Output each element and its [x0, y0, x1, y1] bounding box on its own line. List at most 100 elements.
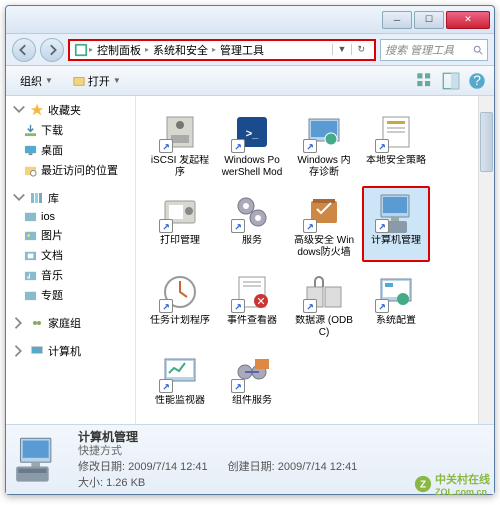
forward-button[interactable] — [40, 38, 64, 62]
sidebar-item-documents[interactable]: 文档 — [6, 245, 135, 265]
file-icon[interactable]: 任务计划程序 — [146, 266, 214, 342]
app-icon — [375, 191, 417, 233]
file-label: 组件服务 — [232, 395, 272, 407]
sidebar-libraries[interactable]: 库 — [6, 188, 135, 208]
folder-icon — [24, 289, 37, 302]
shortcut-badge — [231, 379, 245, 393]
scrollbar[interactable] — [478, 96, 494, 424]
details-created: 创建日期: 2009/7/14 12:41 — [228, 460, 358, 474]
sidebar-item-ios[interactable]: ios — [6, 208, 135, 225]
file-label: 打印管理 — [160, 235, 200, 247]
chevron-down-icon — [12, 103, 26, 117]
file-label: 计算机管理 — [371, 235, 421, 247]
sidebar-item-music[interactable]: 音乐 — [6, 265, 135, 285]
file-icon[interactable]: ✕事件查看器 — [218, 266, 286, 342]
shortcut-badge — [303, 139, 317, 153]
file-icon[interactable]: 系统配置 — [362, 266, 430, 342]
close-button[interactable]: ✕ — [446, 11, 490, 29]
file-icon[interactable]: 本地安全策略 — [362, 106, 430, 182]
control-panel-icon — [74, 43, 88, 57]
file-label: 系统配置 — [376, 315, 416, 327]
sidebar-label: 收藏夹 — [48, 102, 81, 118]
view-button[interactable] — [416, 72, 434, 90]
details-modified: 修改日期: 2009/7/14 12:41 — [78, 460, 208, 474]
zol-logo-icon: Z — [414, 475, 432, 493]
file-icon[interactable]: 高级安全 Windows防火墙 — [290, 186, 358, 262]
maximize-button[interactable]: ☐ — [414, 11, 444, 29]
search-input[interactable]: 搜索 管理工具 — [380, 39, 488, 61]
sidebar-item-desktop[interactable]: 桌面 — [6, 140, 135, 160]
search-placeholder: 搜索 管理工具 — [385, 42, 454, 58]
sidebar-item-topics[interactable]: 专题 — [6, 285, 135, 305]
file-icon[interactable]: 打印管理 — [146, 186, 214, 262]
chevron-right-icon — [12, 316, 26, 330]
breadcrumb-item[interactable]: 管理工具 — [217, 42, 267, 58]
app-icon — [303, 271, 345, 313]
back-button[interactable] — [12, 38, 36, 62]
shortcut-badge — [159, 139, 173, 153]
computer-icon — [30, 344, 44, 358]
chevron-down-icon — [12, 191, 26, 205]
sidebar-item-recent[interactable]: 最近访问的位置 — [6, 160, 135, 180]
folder-icon — [24, 210, 37, 223]
file-icon[interactable]: iSCSI 发起程序 — [146, 106, 214, 182]
organize-button[interactable]: 组织▼ — [14, 70, 59, 92]
shortcut-badge — [231, 299, 245, 313]
app-icon — [375, 271, 417, 313]
toolbar: 组织▼ 打开▼ ? — [6, 66, 494, 96]
sidebar-favorites[interactable]: 收藏夹 — [6, 100, 135, 120]
app-icon — [159, 191, 201, 233]
details-thumbnail — [12, 432, 68, 488]
shortcut-badge — [231, 139, 245, 153]
file-label: Windows 内存诊断 — [293, 155, 355, 177]
file-label: 任务计划程序 — [150, 315, 210, 327]
sidebar-item-pictures[interactable]: 图片 — [6, 225, 135, 245]
details-type: 快捷方式 — [78, 444, 488, 458]
sidebar-computer[interactable]: 计算机 — [6, 341, 135, 361]
svg-text:?: ? — [473, 72, 481, 88]
file-icon[interactable]: 计算机管理 — [362, 186, 430, 262]
file-label: 性能监视器 — [155, 395, 205, 407]
svg-text:>_: >_ — [246, 128, 259, 140]
pictures-icon — [24, 229, 37, 242]
breadcrumb-item[interactable]: 系统和安全 — [150, 42, 211, 58]
breadcrumb-bar[interactable]: ▸ 控制面板 ▸ 系统和安全 ▸ 管理工具 ▼ ↻ — [68, 39, 376, 61]
content-area: 收藏夹 下载 桌面 最近访问的位置 库 ios 图片 文档 音乐 专题 家庭组 … — [6, 96, 494, 424]
app-icon — [303, 111, 345, 153]
file-icon[interactable]: Windows 内存诊断 — [290, 106, 358, 182]
icon-view: iSCSI 发起程序 >_Windows PowerShell Modules Wi… — [136, 96, 494, 424]
file-icon[interactable]: 数据源 (ODBC) — [290, 266, 358, 342]
file-icon[interactable]: 服务 — [218, 186, 286, 262]
app-icon — [303, 191, 345, 233]
open-button[interactable]: 打开▼ — [67, 70, 127, 92]
file-label: 高级安全 Windows防火墙 — [293, 235, 355, 257]
sidebar-item-downloads[interactable]: 下载 — [6, 120, 135, 140]
app-icon — [231, 351, 273, 393]
file-icon[interactable]: 性能监视器 — [146, 346, 214, 422]
app-icon — [375, 111, 417, 153]
refresh-button[interactable]: ↻ — [351, 44, 370, 55]
music-icon — [24, 269, 37, 282]
desktop-icon — [24, 144, 37, 157]
svg-text:✕: ✕ — [256, 296, 265, 308]
star-icon — [30, 103, 44, 117]
shortcut-badge — [375, 219, 389, 233]
help-button[interactable]: ? — [468, 72, 486, 90]
address-dropdown[interactable]: ▼ — [332, 44, 352, 55]
file-label: 服务 — [242, 235, 262, 247]
main-view: iSCSI 发起程序 >_Windows PowerShell Modules Wi… — [136, 96, 494, 424]
sidebar-homegroup[interactable]: 家庭组 — [6, 313, 135, 333]
shortcut-badge — [159, 379, 173, 393]
file-icon[interactable]: >_Windows PowerShell Modules — [218, 106, 286, 182]
breadcrumb-item[interactable]: 控制面板 — [94, 42, 144, 58]
titlebar: ─ ☐ ✕ — [6, 6, 494, 34]
preview-button[interactable] — [442, 72, 460, 90]
search-icon — [473, 45, 483, 55]
app-icon: >_ — [231, 111, 273, 153]
svg-text:Z: Z — [420, 480, 426, 491]
file-icon[interactable]: 组件服务 — [218, 346, 286, 422]
minimize-button[interactable]: ─ — [382, 11, 412, 29]
file-label: iSCSI 发起程序 — [149, 155, 211, 177]
scroll-thumb[interactable] — [480, 112, 493, 172]
shortcut-badge — [159, 299, 173, 313]
